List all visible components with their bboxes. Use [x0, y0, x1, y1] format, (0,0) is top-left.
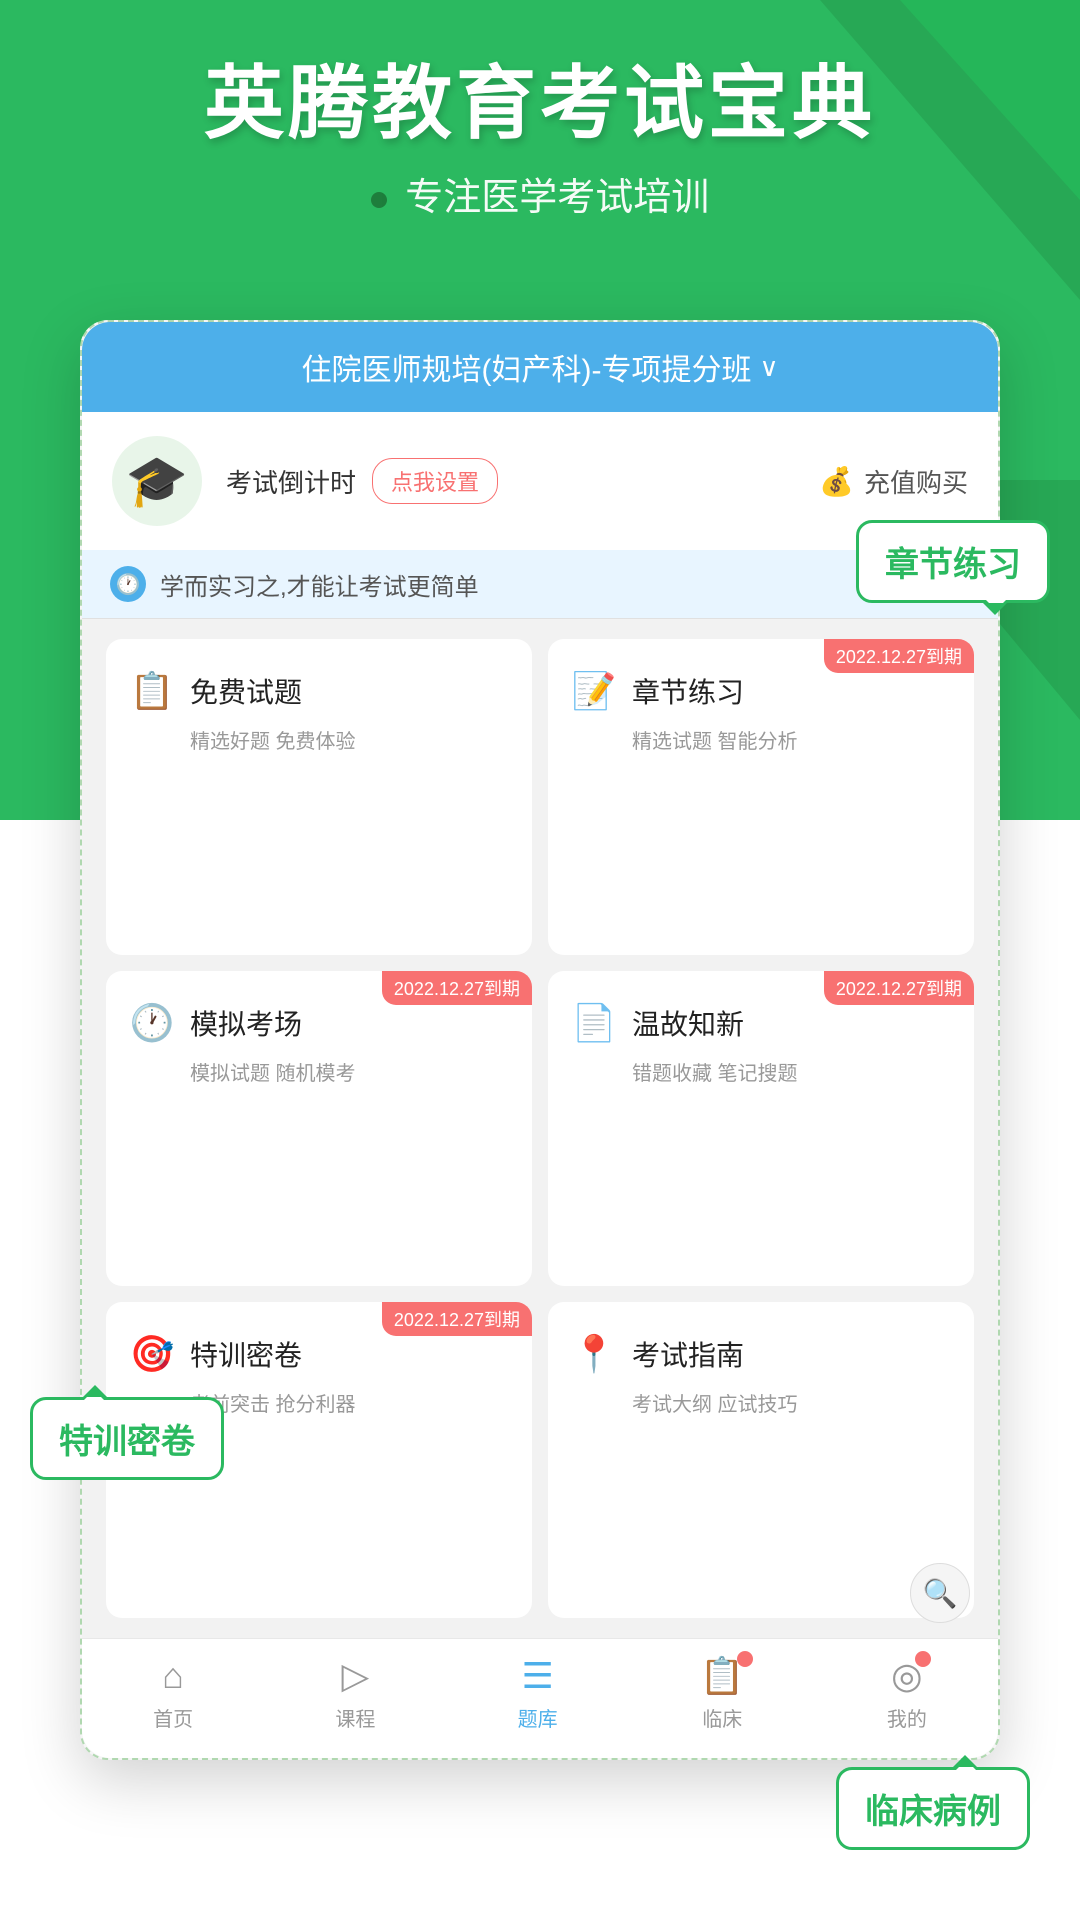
feature-title-special-exam: 特训密卷: [190, 1334, 302, 1374]
feature-card-mock-exam[interactable]: 2022.12.27到期 🕐 模拟考场模拟试题 随机模考: [106, 971, 532, 1287]
feature-icon-row-exam-guide: 📍 考试指南: [570, 1330, 952, 1378]
feature-title-mock-exam: 模拟考场: [190, 1003, 302, 1043]
feature-desc-chapter-practice: 精选试题 智能分析: [632, 725, 952, 754]
bottom-nav: ⌂ 首页 ▷ 课程 ☰ 题库 📋 临床 ◎ 我的: [82, 1638, 998, 1758]
feature-title-chapter-practice: 章节练习: [632, 671, 744, 711]
miji-callout-text: 特训密卷: [59, 1423, 195, 1461]
search-fab[interactable]: 🔍: [910, 1563, 970, 1623]
feature-card-chapter-practice[interactable]: 2022.12.27到期 📝 章节练习精选试题 智能分析: [548, 639, 974, 955]
nav-item-mine[interactable]: ◎ 我的: [887, 1655, 927, 1732]
app-title: 英腾教育考试宝典: [0, 60, 1080, 148]
nav-icon-home: ⌂: [162, 1655, 184, 1697]
feature-icon-exam-guide: 📍: [570, 1330, 618, 1378]
set-countdown-button[interactable]: 点我设置: [372, 458, 498, 504]
feature-desc-exam-guide: 考试大纲 应试技巧: [632, 1388, 952, 1417]
feature-title-review: 温故知新: [632, 1003, 744, 1043]
feature-badge-review: 2022.12.27到期: [824, 971, 974, 1005]
features-grid: 📋 免费试题精选好题 免费体验 2022.12.27到期 📝 章节练习精选试题 智能分析…: [82, 619, 998, 1638]
feature-icon-special-exam: 🎯: [128, 1330, 176, 1378]
app-subtitle-text: 专注医学考试培训: [405, 177, 709, 219]
feature-icon-row-free-questions: 📋 免费试题: [128, 667, 510, 715]
nav-label-questions: 题库: [518, 1703, 558, 1732]
nav-item-clinical[interactable]: 📋 临床: [700, 1655, 745, 1732]
app-header[interactable]: 住院医师规培(妇产科)-专项提分班 ∨: [82, 322, 998, 412]
recharge-button[interactable]: 💰 充值购买: [819, 463, 968, 500]
feature-icon-chapter-practice: 📝: [570, 667, 618, 715]
feature-icon-row-mock-exam: 🕐 模拟考场: [128, 999, 510, 1047]
feature-badge-mock-exam: 2022.12.27到期: [382, 971, 532, 1005]
notice-text: 学而实习之,才能让考试更简单: [160, 567, 479, 602]
miji-callout-bubble: 特训密卷: [30, 1397, 224, 1480]
feature-card-exam-guide[interactable]: 📍 考试指南考试大纲 应试技巧: [548, 1302, 974, 1618]
feature-badge-special-exam: 2022.12.27到期: [382, 1302, 532, 1336]
app-title-area: 英腾教育考试宝典 专注医学考试培训: [0, 60, 1080, 221]
feature-icon-free-questions: 📋: [128, 667, 176, 715]
clock-icon: 🕐: [110, 566, 146, 602]
nav-label-mine: 我的: [887, 1703, 927, 1732]
recharge-label: 充值购买: [864, 463, 968, 500]
clinical-callout-bubble: 临床病例: [836, 1767, 1030, 1850]
nav-badge-mine: [915, 1651, 931, 1667]
feature-icon-row-chapter-practice: 📝 章节练习: [570, 667, 952, 715]
nav-badge-clinical: [737, 1651, 753, 1667]
chapter-callout-text: 章节练习: [885, 546, 1021, 584]
feature-desc-review: 错题收藏 笔记搜题: [632, 1057, 952, 1086]
feature-title-free-questions: 免费试题: [190, 671, 302, 711]
avatar: 🎓: [112, 436, 202, 526]
nav-item-course[interactable]: ▷ 课程: [335, 1655, 375, 1732]
feature-icon-mock-exam: 🕐: [128, 999, 176, 1047]
avatar-emoji: 🎓: [126, 452, 188, 511]
nav-icon-clinical: 📋: [700, 1655, 745, 1697]
feature-card-free-questions[interactable]: 📋 免费试题精选好题 免费体验: [106, 639, 532, 955]
feature-desc-special-exam: 考前突击 抢分利器: [190, 1388, 510, 1417]
chapter-callout-bubble: 章节练习: [856, 520, 1050, 603]
countdown-label: 考试倒计时: [226, 463, 356, 500]
nav-label-clinical: 临床: [702, 1703, 742, 1732]
chevron-down-icon: ∨: [759, 352, 778, 383]
coin-icon: 💰: [819, 465, 854, 498]
feature-desc-mock-exam: 模拟试题 随机模考: [190, 1057, 510, 1086]
nav-icon-questions: ☰: [521, 1655, 553, 1697]
feature-icon-row-special-exam: 🎯 特训密卷: [128, 1330, 510, 1378]
dot-indicator: [371, 192, 387, 208]
feature-icon-row-review: 📄 温故知新: [570, 999, 952, 1047]
exam-countdown: 考试倒计时 点我设置: [226, 458, 795, 504]
feature-badge-chapter-practice: 2022.12.27到期: [824, 639, 974, 673]
nav-item-questions[interactable]: ☰ 题库: [518, 1655, 558, 1732]
nav-icon-mine: ◎: [891, 1655, 922, 1697]
nav-label-course: 课程: [335, 1703, 375, 1732]
feature-desc-free-questions: 精选好题 免费体验: [190, 725, 510, 754]
nav-icon-course: ▷: [342, 1655, 370, 1697]
nav-label-home: 首页: [153, 1703, 193, 1732]
clinical-callout-text: 临床病例: [865, 1793, 1001, 1831]
feature-title-exam-guide: 考试指南: [632, 1334, 744, 1374]
feature-card-review[interactable]: 2022.12.27到期 📄 温故知新错题收藏 笔记搜题: [548, 971, 974, 1287]
nav-item-home[interactable]: ⌂ 首页: [153, 1655, 193, 1732]
feature-icon-review: 📄: [570, 999, 618, 1047]
course-selector-title: 住院医师规培(妇产科)-专项提分班: [301, 345, 751, 389]
